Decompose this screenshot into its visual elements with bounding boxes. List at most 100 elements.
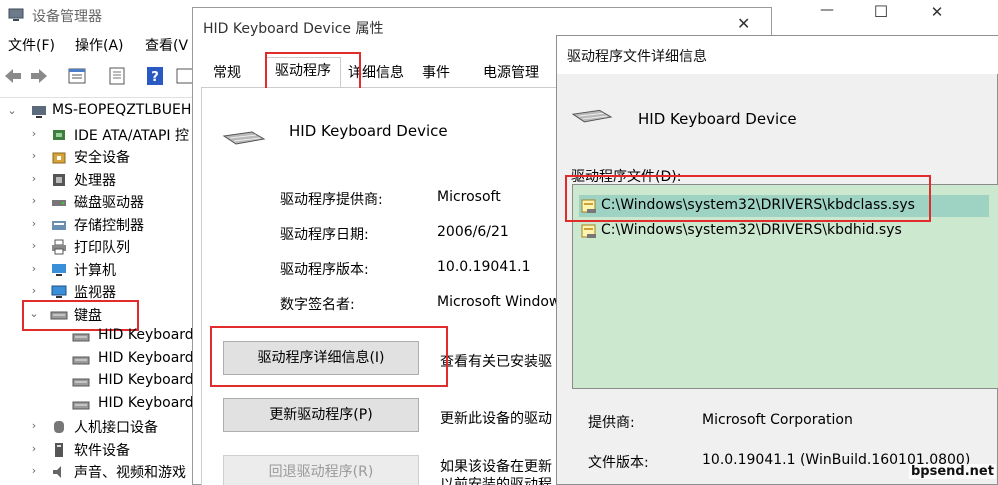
tree-item-hid-keyboard[interactable]: HID Keyboard — [72, 371, 196, 393]
tree-category-sound[interactable]: › 声音、视频和游戏 — [28, 461, 198, 483]
dm-toolbar: ? — [0, 64, 200, 92]
signer-label: 数字签名者: — [280, 297, 355, 313]
disk-drive-icon — [52, 200, 66, 206]
tree-category-label: 处理器 — [74, 173, 116, 189]
tree-item-label: HID Keyboard — [98, 327, 194, 343]
hid-icon — [54, 421, 64, 433]
chevron-right-icon[interactable]: › — [28, 217, 40, 230]
tree-category-label: 计算机 — [74, 263, 116, 279]
properties-title: HID Keyboard Device 属性 — [203, 21, 384, 37]
rollback-desc-line1: 如果该设备在更新 — [440, 459, 552, 475]
chevron-right-icon[interactable]: › — [28, 419, 40, 432]
speaker-icon — [53, 466, 61, 478]
tree-category-label: 存储控制器 — [74, 218, 144, 234]
driver-file-row[interactable]: C:\Windows\system32\DRIVERS\kbdhid.sys — [579, 220, 989, 242]
tree-item-hid-keyboard[interactable]: HID Keyboard — [72, 349, 196, 371]
menu-file[interactable]: 文件(F) — [8, 35, 55, 55]
chevron-right-icon[interactable]: › — [28, 127, 40, 140]
tab-events[interactable]: 事件 — [415, 60, 457, 88]
close-button[interactable]: ✕ — [922, 3, 952, 21]
provider-value: Microsoft — [437, 189, 501, 205]
keyboard-icon — [72, 401, 90, 410]
signer-value: Microsoft Window — [437, 294, 557, 310]
help-icon[interactable]: ? — [144, 64, 166, 88]
tree-item-hid-keyboard[interactable]: HID Keyboard — [72, 394, 196, 416]
tree-category-label: 监视器 — [74, 285, 116, 301]
tree-category-processor[interactable]: › 处理器 — [28, 169, 198, 191]
tree-category-ide[interactable]: › IDE ATA/ATAPI 控 — [28, 124, 198, 146]
close-icon[interactable]: ✕ — [737, 14, 750, 33]
keyboard-icon — [72, 333, 90, 342]
tree-category-software[interactable]: › 软件设备 — [28, 439, 198, 461]
toolbar-divider — [0, 97, 200, 98]
system-file-icon — [581, 224, 596, 238]
date-value: 2006/6/21 — [437, 224, 509, 240]
storage-controller-icon — [52, 221, 66, 230]
details-title: 驱动程序文件详细信息 — [567, 49, 707, 65]
back-arrow-icon[interactable] — [2, 64, 24, 88]
maximize-button[interactable]: ☐ — [866, 2, 896, 21]
tab-general[interactable]: 常规 — [203, 60, 251, 88]
update-driver-desc: 更新此设备的驱动 — [440, 411, 552, 427]
chevron-right-icon[interactable]: › — [28, 464, 40, 477]
computer-icon — [52, 264, 66, 276]
tree-item-label: HID Keyboard — [98, 372, 194, 388]
properties-icon[interactable] — [66, 64, 88, 88]
update-driver-icon[interactable] — [106, 64, 128, 88]
minimize-button[interactable]: — — [812, 2, 842, 18]
tree-category-label: 打印队列 — [74, 240, 130, 256]
ide-controller-icon — [53, 130, 65, 140]
chevron-right-icon[interactable]: › — [28, 194, 40, 207]
date-label: 驱动程序日期: — [280, 227, 369, 243]
highlight-details-button — [210, 326, 448, 387]
dm-title: 设备管理器 — [32, 9, 102, 25]
monitor-icon — [51, 285, 67, 298]
keyboard-icon — [72, 356, 90, 365]
tree-root-label: MS-EOPEQZTLBUEH — [52, 102, 192, 118]
chevron-right-icon[interactable]: › — [28, 149, 40, 162]
tree-category-print-queue[interactable]: › 打印队列 — [28, 236, 198, 258]
highlight-kbdclass-file — [565, 175, 931, 222]
chevron-right-icon[interactable]: › — [28, 239, 40, 252]
computer-icon — [32, 106, 46, 118]
security-device-icon — [52, 152, 66, 164]
keyboard-icon — [571, 109, 613, 123]
keyboard-icon — [222, 131, 266, 145]
keyboard-icon — [72, 378, 90, 387]
forward-arrow-icon[interactable] — [28, 64, 50, 88]
watermark: bpsend.net — [909, 464, 996, 479]
version-value: 10.0.19041.1 — [437, 259, 531, 275]
tree-category-label: 安全设备 — [74, 150, 130, 166]
menu-action[interactable]: 操作(A) — [75, 35, 124, 55]
provider-label: 驱动程序提供商: — [280, 192, 383, 208]
tree-category-label: 软件设备 — [74, 443, 130, 459]
tree-category-security[interactable]: › 安全设备 — [28, 146, 198, 168]
tree-category-label: 声音、视频和游戏 — [74, 465, 186, 481]
chevron-down-icon[interactable]: ⌄ — [6, 104, 18, 117]
software-device-icon — [55, 443, 63, 457]
chevron-right-icon[interactable]: › — [28, 262, 40, 275]
tree-category-storage[interactable]: › 存储控制器 — [28, 214, 198, 236]
version-label: 驱动程序版本: — [280, 262, 369, 278]
tree-category-hid[interactable]: › 人机接口设备 — [28, 416, 198, 438]
tab-power-management[interactable]: 电源管理 — [475, 60, 547, 88]
menu-view[interactable]: 查看(V — [145, 35, 188, 55]
tree-item-label: HID Keyboard — [98, 350, 194, 366]
chevron-right-icon[interactable]: › — [28, 442, 40, 455]
rollback-driver-button[interactable]: 回退驱动程序(R) — [223, 455, 419, 485]
details-version-label: 文件版本: — [588, 455, 649, 471]
chevron-right-icon[interactable]: › — [28, 284, 40, 297]
chevron-right-icon[interactable]: › — [28, 172, 40, 185]
tree-category-computer[interactable]: › 计算机 — [28, 259, 198, 281]
tree-category-disk[interactable]: › 磁盘驱动器 — [28, 191, 198, 213]
tree-item-label: HID Keyboard — [98, 395, 194, 411]
details-provider-label: 提供商: — [588, 415, 635, 431]
processor-icon — [53, 174, 65, 186]
device-name: HID Keyboard Device — [289, 122, 448, 140]
tree-root[interactable]: ⌄ MS-EOPEQZTLBUEH — [6, 101, 196, 123]
update-driver-button[interactable]: 更新驱动程序(P) — [223, 398, 419, 432]
tree-item-hid-keyboard[interactable]: HID Keyboard — [72, 326, 196, 348]
tree-category-label: 人机接口设备 — [74, 420, 158, 436]
device-manager-icon — [8, 8, 24, 21]
tree-category-label: IDE ATA/ATAPI 控 — [74, 128, 190, 144]
